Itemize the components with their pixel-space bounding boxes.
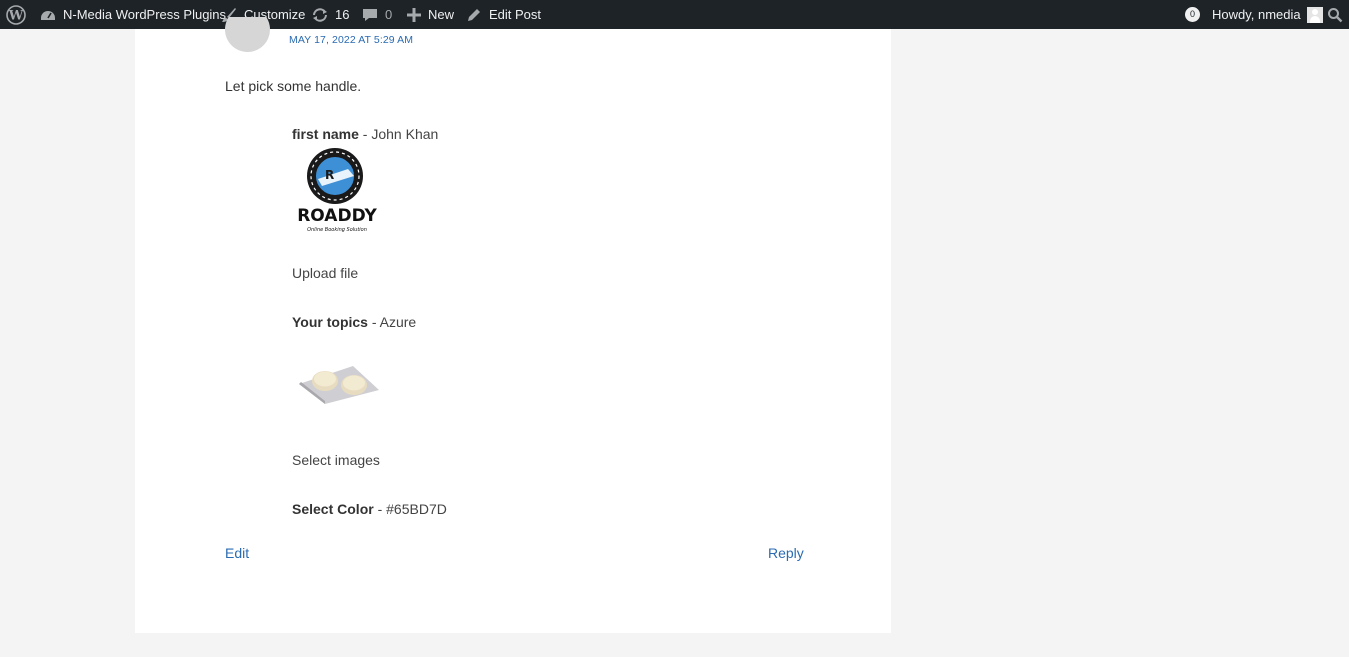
field-label: Select Color <box>292 501 374 517</box>
dashboard-icon <box>39 6 57 24</box>
plus-icon <box>405 6 423 24</box>
admin-bar: W N-Media WordPress Plugins Customize 16… <box>0 0 1349 29</box>
comment-author-avatar <box>225 17 270 53</box>
field-value: - Azure <box>367 314 417 330</box>
wordpress-icon: W <box>6 4 26 25</box>
svg-text:R: R <box>325 168 334 182</box>
field-first-name: first name - John Khan <box>292 126 438 142</box>
edit-post-link[interactable]: Edit Post <box>465 0 541 29</box>
updates-icon <box>311 6 329 24</box>
edit-post-label: Edit Post <box>489 7 542 22</box>
field-value: - John Khan <box>358 126 439 142</box>
notifications[interactable]: 0 <box>1185 0 1200 29</box>
comments-link[interactable]: 0 <box>361 0 392 29</box>
my-account-menu[interactable]: Howdy, nmedia <box>1212 0 1323 29</box>
edit-comment-link[interactable]: Edit <box>225 545 249 561</box>
updates-link[interactable]: 16 <box>311 0 349 29</box>
field-upload-file: Upload file <box>292 265 359 281</box>
howdy-label: Howdy, nmedia <box>1212 7 1301 22</box>
svg-text:W: W <box>8 8 24 23</box>
new-label: New <box>428 7 455 22</box>
field-label: Your topics <box>292 314 368 330</box>
search-icon <box>1327 7 1343 23</box>
site-name: N-Media WordPress Plugins <box>63 7 227 22</box>
notification-badge: 0 <box>1185 7 1200 22</box>
logo-subtext: Online Booking Solution <box>307 227 367 233</box>
comment-card: MAY 17, 2022 AT 5:29 AM Let pick some ha… <box>135 17 891 633</box>
comments-count: 0 <box>385 7 393 22</box>
new-content-menu[interactable]: New <box>405 0 454 29</box>
wp-logo-menu[interactable]: W <box>6 0 26 29</box>
field-value: - #65BD7D <box>373 501 447 517</box>
reply-link[interactable]: Reply <box>768 545 804 561</box>
logo-text: ROADDY <box>297 206 377 226</box>
field-your-topics: Your topics - Azure <box>292 314 416 330</box>
search-button[interactable] <box>1327 0 1343 29</box>
user-avatar <box>1306 6 1323 23</box>
comment-date[interactable]: MAY 17, 2022 AT 5:29 AM <box>289 34 413 46</box>
roaddy-logo-image: R ROADDY Online Booking Solution <box>297 148 377 233</box>
field-select-color: Select Color - #65BD7D <box>292 501 447 517</box>
pill-blister-image <box>299 366 379 404</box>
field-label: first name <box>292 126 359 142</box>
comment-text: Let pick some handle. <box>225 78 362 94</box>
updates-count: 16 <box>335 7 350 22</box>
comment-icon <box>361 6 379 24</box>
site-name-menu[interactable]: N-Media WordPress Plugins <box>39 0 226 29</box>
pencil-icon <box>465 6 483 24</box>
field-select-images: Select images <box>292 452 380 468</box>
